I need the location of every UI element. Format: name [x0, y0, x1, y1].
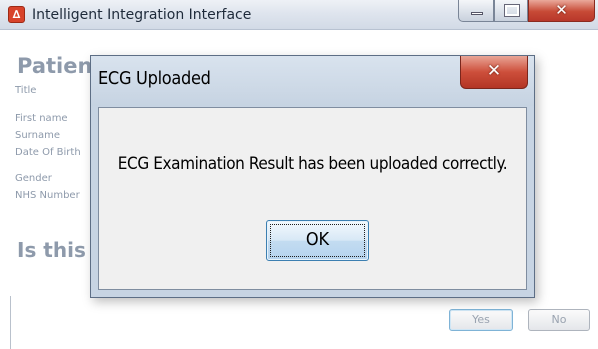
- minimize-button[interactable]: [458, 0, 494, 22]
- field-label-nhs-number: NHS Number: [15, 190, 80, 201]
- field-label-title: Title: [15, 85, 37, 96]
- field-label-surname: Surname: [15, 130, 60, 141]
- ok-button[interactable]: OK: [266, 220, 369, 261]
- dialog-titlebar[interactable]: ECG Uploaded ✕: [91, 56, 534, 106]
- field-label-gender: Gender: [15, 173, 52, 184]
- field-label-first-name: First name: [15, 113, 68, 124]
- dialog-close-button[interactable]: ✕: [460, 56, 528, 89]
- window-titlebar[interactable]: ∆ Intelligent Integration Interface ✕: [0, 0, 598, 30]
- confirmation-question: Is this: [17, 238, 86, 262]
- close-icon: ✕: [555, 1, 568, 19]
- window-title: Intelligent Integration Interface: [32, 7, 252, 23]
- no-button[interactable]: No: [528, 309, 590, 331]
- minimize-icon: [471, 12, 483, 15]
- dialog-title: ECG Uploaded: [98, 68, 211, 89]
- window-controls: ✕: [458, 0, 595, 22]
- ecg-uploaded-dialog: ECG Uploaded ✕ ECG Examination Result ha…: [90, 55, 535, 298]
- close-button[interactable]: ✕: [528, 0, 595, 22]
- yes-button[interactable]: Yes: [449, 309, 513, 331]
- dialog-body: ECG Examination Result has been uploaded…: [98, 107, 527, 290]
- ok-button-label: OK: [305, 229, 330, 250]
- maximize-button[interactable]: [494, 0, 528, 22]
- app-icon[interactable]: ∆: [8, 6, 25, 23]
- field-label-date-of-birth: Date Of Birth: [15, 147, 81, 158]
- divider: [10, 296, 11, 349]
- dialog-message: ECG Examination Result has been uploaded…: [117, 154, 508, 174]
- close-icon: ✕: [486, 61, 502, 81]
- maximize-icon: [504, 4, 520, 17]
